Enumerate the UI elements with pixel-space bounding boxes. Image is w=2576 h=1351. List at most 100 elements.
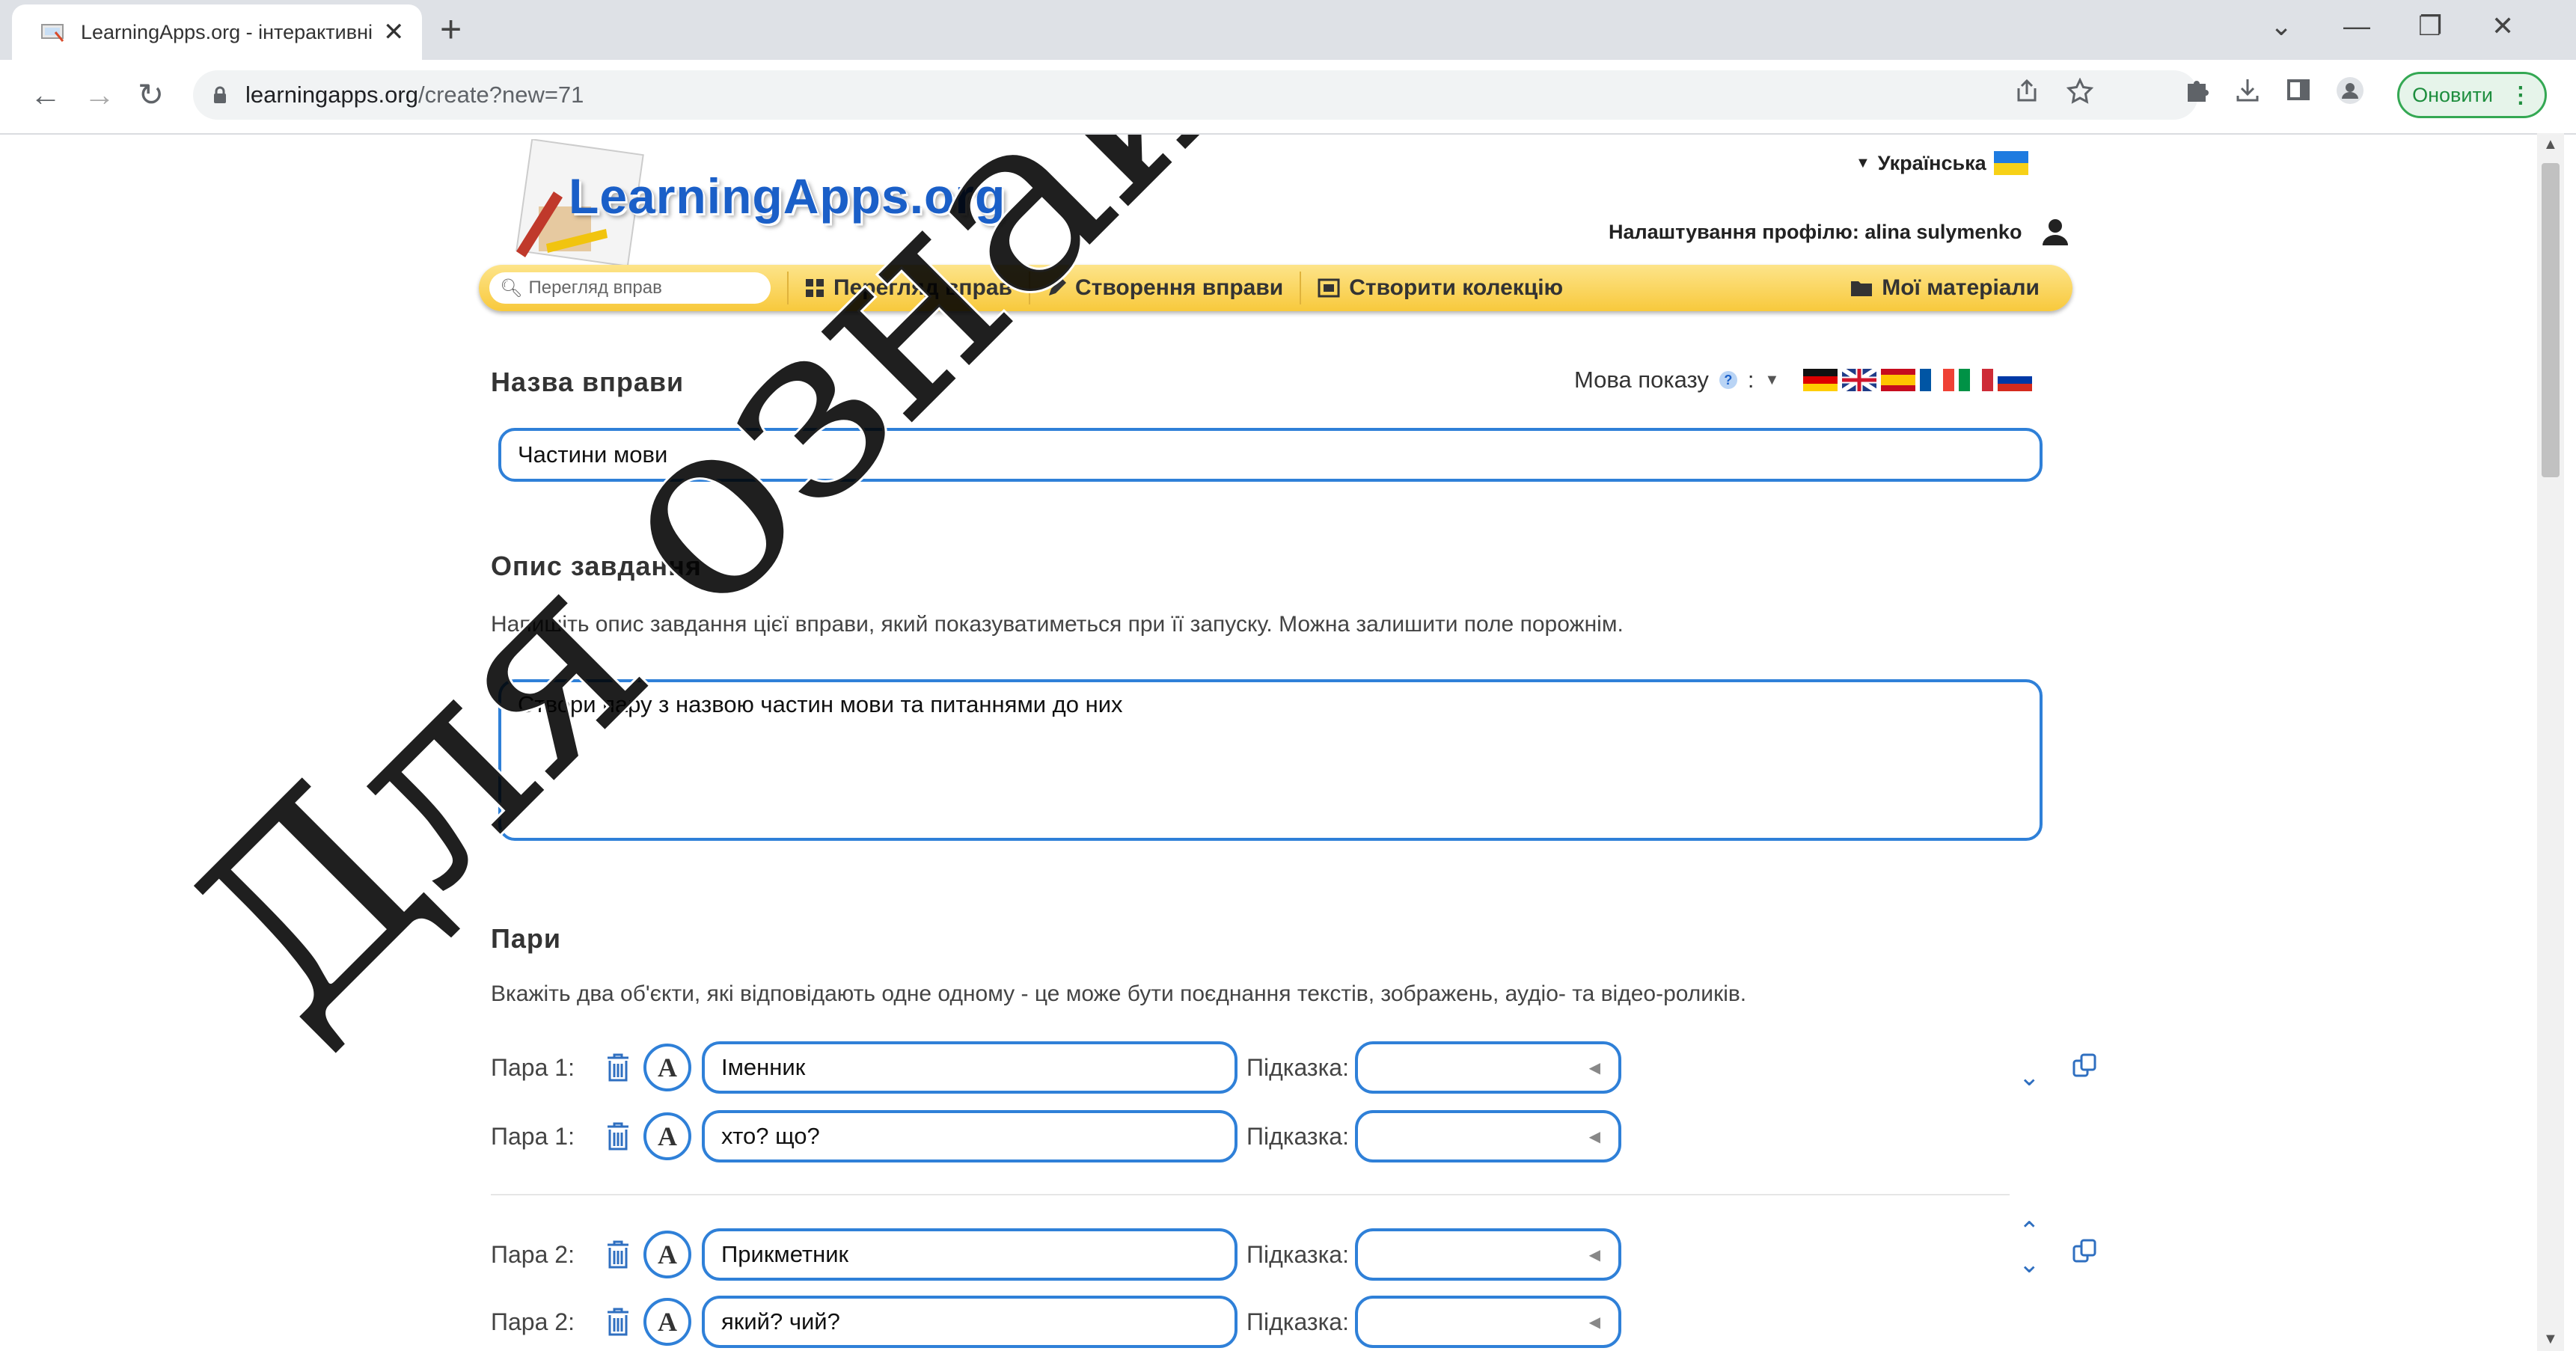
hint-label: Підказка: — [1246, 1053, 1349, 1081]
pair-row: Пара 2: A Прикметник Підказка: ◀ — [491, 1228, 1621, 1281]
exercise-title-input[interactable]: Частини мови — [498, 428, 2043, 482]
scroll-down-icon[interactable]: ▼ — [2543, 1331, 2558, 1348]
pair-separator — [491, 1194, 2010, 1195]
description-heading: Опис завдання — [491, 551, 702, 581]
pair-label: Пара 2: — [491, 1308, 575, 1335]
copy-icon[interactable] — [2071, 1237, 2099, 1266]
trash-icon[interactable] — [603, 1239, 633, 1270]
exercise-search-input[interactable]: 🔍︎ Перегляд вправ — [489, 272, 771, 304]
text-format-button[interactable]: A — [643, 1112, 691, 1160]
audio-play-icon[interactable]: ◀ — [1589, 1246, 1600, 1264]
scrollbar-thumb[interactable] — [2542, 163, 2560, 477]
hint-label: Підказка: — [1246, 1308, 1349, 1335]
hint-label: Підказка: — [1246, 1240, 1349, 1268]
language-selector[interactable]: ▼ Українська — [1855, 151, 2028, 175]
trash-icon[interactable] — [603, 1306, 633, 1338]
pair-label: Пара 1: — [491, 1122, 575, 1150]
tab-list-button[interactable]: ⌄ — [2270, 10, 2292, 42]
hint-input[interactable]: ◀ — [1354, 1041, 1621, 1094]
text-format-button[interactable]: A — [643, 1231, 691, 1278]
flag-french-icon[interactable] — [1920, 369, 1955, 391]
collection-icon — [1318, 278, 1340, 298]
move-down-chevron-icon[interactable]: ⌄ — [2019, 1249, 2040, 1279]
restore-button[interactable]: ❐ — [2418, 10, 2442, 42]
ukraine-flag-icon — [1993, 151, 2028, 175]
tab-close-icon[interactable]: ✕ — [383, 17, 405, 47]
folder-icon — [1851, 281, 1873, 296]
reload-button[interactable]: ↻ — [138, 76, 164, 114]
pair-row: Пара 2: A який? чий? Підказка: ◀ — [491, 1296, 1621, 1348]
dropdown-triangle-icon[interactable]: ▼ — [1765, 372, 1780, 389]
forward-button[interactable]: → — [84, 76, 115, 114]
flag-english-icon[interactable] — [1842, 369, 1877, 391]
tab-title: LearningApps.org - інтерактивні — [81, 20, 373, 43]
search-icon: 🔍︎ — [500, 278, 523, 298]
copy-icon[interactable] — [2071, 1052, 2099, 1080]
audio-play-icon[interactable]: ◀ — [1589, 1127, 1600, 1146]
text-format-button[interactable]: A — [643, 1044, 691, 1091]
close-window-button[interactable]: ✕ — [2491, 10, 2514, 42]
flag-italian-icon[interactable] — [1959, 369, 1994, 391]
page-content: LearningApps.org ▼ Українська Налаштуван… — [0, 135, 2536, 1351]
pair-text-input[interactable]: Прикметник — [702, 1228, 1237, 1281]
profile-settings[interactable]: Налаштування профілю: alina sulymenko — [1609, 218, 2069, 245]
menu-create-exercise[interactable]: Створення вправи — [1028, 272, 1300, 304]
hint-input[interactable]: ◀ — [1354, 1296, 1621, 1348]
pairs-hint: Вкажіть два об'єкти, які відповідають од… — [491, 981, 1747, 1006]
flag-russian-icon[interactable] — [1998, 369, 2033, 391]
pair-text-input[interactable]: Іменник — [702, 1041, 1237, 1094]
side-panel-icon[interactable] — [2285, 76, 2312, 103]
site-logo[interactable]: LearningApps.org — [569, 168, 1006, 224]
move-up-chevron-icon[interactable]: ⌃ — [2019, 1216, 2040, 1246]
dropdown-triangle-icon: ▼ — [1855, 154, 1870, 171]
pair-label: Пара 1: — [491, 1053, 575, 1081]
display-language: Мова показу ? : ▼ — [1574, 367, 2033, 393]
main-menu-bar: 🔍︎ Перегляд вправ Перегляд вправ Створен… — [479, 265, 2072, 311]
pairs-heading: Пари — [491, 923, 562, 954]
scroll-up-icon[interactable]: ▲ — [2543, 136, 2558, 153]
new-tab-button[interactable]: + — [440, 10, 462, 48]
help-icon[interactable]: ? — [1719, 371, 1737, 389]
pair-label: Пара 2: — [491, 1240, 575, 1268]
url-text: learningapps.org/create?new=71 — [245, 82, 584, 108]
share-icon[interactable] — [2014, 78, 2040, 103]
trash-icon[interactable] — [603, 1121, 633, 1152]
browser-toolbar: ← → ↻ learningapps.org/create?new=71 Оно… — [0, 60, 2576, 135]
pair-text-input[interactable]: який? чий? — [702, 1296, 1237, 1348]
hint-input[interactable]: ◀ — [1354, 1110, 1621, 1162]
address-bar[interactable]: learningapps.org/create?new=71 — [193, 70, 2198, 120]
update-browser-button[interactable]: Оновити ⋮ — [2397, 72, 2547, 118]
user-icon — [2043, 219, 2069, 245]
pair-text-input[interactable]: хто? що? — [702, 1110, 1237, 1162]
flag-german-icon[interactable] — [1803, 369, 1838, 391]
learningapps-favicon-icon — [41, 24, 64, 42]
back-button[interactable]: ← — [30, 76, 61, 114]
extensions-icon[interactable] — [2183, 76, 2210, 103]
browser-tab[interactable]: LearningApps.org - інтерактивні ✕ — [12, 4, 422, 60]
grid-icon — [806, 279, 824, 297]
lock-icon — [214, 86, 226, 103]
description-hint: Напишіть опис завдання цієї вправи, який… — [491, 612, 1624, 637]
move-down-chevron-icon[interactable]: ⌄ — [2019, 1062, 2040, 1092]
minimize-button[interactable]: — — [2343, 10, 2370, 42]
hint-label: Підказка: — [1246, 1122, 1349, 1150]
pencil-icon — [1048, 278, 1066, 295]
page-scrollbar[interactable]: ▲ ▼ — [2537, 133, 2564, 1351]
pair-row: Пара 1: A хто? що? Підказка: ◀ — [491, 1110, 1621, 1162]
exercise-title-heading: Назва вправи — [491, 367, 685, 397]
flag-spanish-icon[interactable] — [1881, 369, 1916, 391]
audio-play-icon[interactable]: ◀ — [1589, 1313, 1600, 1332]
menu-create-collection[interactable]: Створити колекцію — [1300, 272, 1579, 304]
trash-icon[interactable] — [603, 1052, 633, 1083]
bookmark-star-icon[interactable] — [2066, 78, 2093, 105]
menu-my-materials[interactable]: Мої матеріали — [1850, 275, 2040, 301]
browser-menu-icon[interactable]: ⋮ — [2509, 82, 2532, 108]
text-format-button[interactable]: A — [643, 1298, 691, 1346]
download-icon[interactable] — [2234, 76, 2261, 103]
description-textarea[interactable]: Створи пару з назвою частин мови та пита… — [498, 679, 2043, 841]
hint-input[interactable]: ◀ — [1354, 1228, 1621, 1281]
profile-avatar-icon[interactable] — [2336, 76, 2364, 105]
menu-browse-exercises[interactable]: Перегляд вправ — [787, 272, 1029, 304]
browser-tab-bar: LearningApps.org - інтерактивні ✕ + ⌄ — … — [0, 0, 2576, 60]
audio-play-icon[interactable]: ◀ — [1589, 1059, 1600, 1077]
